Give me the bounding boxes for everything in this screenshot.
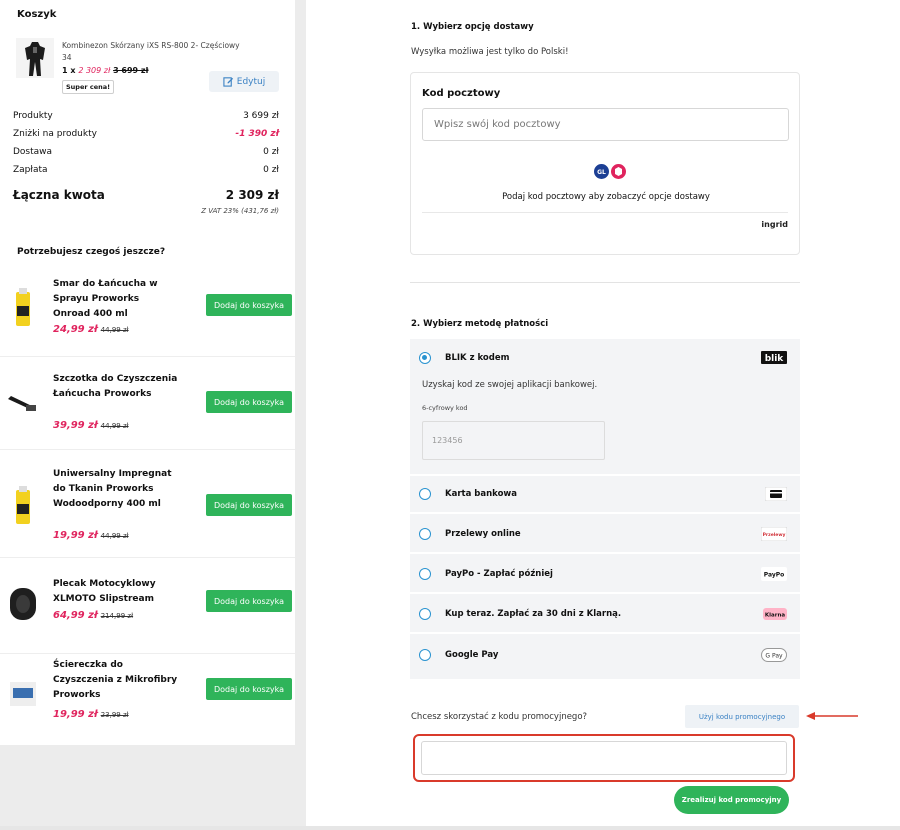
- upsell-item: Uniwersalny Impregnat do Tkanin Proworks…: [0, 449, 295, 557]
- summary-row: Zapłata 0 zł: [13, 165, 279, 175]
- promo-code-field-highlight: [413, 734, 795, 782]
- radio[interactable]: [419, 649, 431, 661]
- add-to-cart-button[interactable]: Dodaj do koszyka: [206, 391, 292, 413]
- edit-icon: [223, 77, 233, 87]
- upsell-item: Plecak Motocyklowy XLMOTO Slipstream 64,…: [0, 557, 295, 653]
- arrow-left-icon: [806, 712, 858, 720]
- radio[interactable]: [419, 488, 431, 500]
- radio-selected[interactable]: [419, 352, 431, 364]
- blik-logo-icon: blik: [761, 351, 787, 364]
- carrier-logos: GL: [594, 164, 626, 179]
- svg-text:Przelewy: Przelewy: [763, 532, 786, 538]
- divider: [422, 212, 788, 213]
- payment-step-title: 2. Wybierz metodę płatności: [411, 319, 549, 329]
- spray-can-image: [16, 486, 30, 524]
- add-to-cart-button[interactable]: Dodaj do koszyka: [206, 294, 292, 316]
- shipping-step-title: 1. Wybierz opcję dostawy: [411, 22, 534, 32]
- paypo-logo-icon: PayPo: [761, 567, 787, 581]
- summary-row: Zniżki na produkty -1 390 zł: [13, 129, 279, 139]
- cart-item-price: 1 x 2 309 zł 3 699 zł: [62, 66, 149, 75]
- postcode-input[interactable]: Wpisz swój kod pocztowy: [422, 108, 789, 141]
- blik-code-input[interactable]: 123456: [422, 421, 605, 460]
- svg-text:blik: blik: [765, 354, 785, 364]
- spray-can-image: [16, 288, 30, 326]
- super-price-badge: Super cena!: [62, 80, 115, 94]
- svg-text:GL: GL: [597, 169, 606, 176]
- radio[interactable]: [419, 568, 431, 580]
- przelewy24-logo-icon: Przelewy: [761, 527, 787, 541]
- promo-code-input[interactable]: [421, 741, 787, 775]
- microfiber-cloth-image: [10, 682, 36, 706]
- summary-row: Produkty 3 699 zł: [13, 111, 279, 121]
- current-price: 2 309 zł: [78, 66, 111, 75]
- add-to-cart-button[interactable]: Dodaj do koszyka: [206, 590, 292, 612]
- leather-suit-image: [16, 38, 54, 78]
- svg-text:Klarna: Klarna: [765, 613, 785, 619]
- cart-title: Koszyk: [17, 9, 57, 20]
- summary-row: Dostawa 0 zł: [13, 147, 279, 157]
- payment-option-online-transfer[interactable]: Przelewy online Przelewy: [410, 516, 800, 554]
- chain-brush-image: [8, 396, 36, 411]
- upsell-item-name[interactable]: Smar do Łańcucha w Sprayu Proworks Onroa…: [53, 277, 178, 322]
- vat-note: Z VAT 23% (431,76 zł): [201, 207, 279, 215]
- upsell-item-name[interactable]: Plecak Motocyklowy XLMOTO Slipstream: [53, 577, 178, 607]
- postcode-label: Kod pocztowy: [422, 88, 501, 99]
- checkout-main: 1. Wybierz opcję dostawy Wysyłka możliwa…: [306, 0, 900, 826]
- shipping-note: Wysyłka możliwa jest tylko do Polski!: [411, 47, 569, 57]
- payment-option-paypo[interactable]: PayPo - Zapłać później PayPo: [410, 556, 800, 594]
- upsell-item-name[interactable]: Ściereczka do Czyszczenia z Mikrofibry P…: [53, 658, 178, 703]
- upsell-item-name[interactable]: Uniwersalny Impregnat do Tkanin Proworks…: [53, 467, 178, 512]
- backpack-image: [10, 588, 36, 620]
- total-row: Łączna kwota 2 309 zł: [13, 188, 279, 202]
- edit-cart-button[interactable]: Edytuj: [209, 71, 279, 92]
- add-to-cart-button[interactable]: Dodaj do koszyka: [206, 494, 292, 516]
- parcel-logo-icon: [611, 164, 626, 179]
- svg-text:G Pay: G Pay: [765, 653, 783, 660]
- upsell-item-name[interactable]: Szczotka do Czyszczenia Łańcucha Prowork…: [53, 372, 178, 402]
- use-promo-code-button[interactable]: Użyj kodu promocyjnego: [685, 705, 799, 728]
- cart-sidebar: Koszyk Kombinezon Skórzany iXS RS-800 2-…: [0, 0, 295, 745]
- cart-item-name[interactable]: Kombinezon Skórzany iXS RS-800 2- Części…: [62, 40, 262, 64]
- payment-option-blik[interactable]: BLIK z kodem blik Uzyskaj kod ze swojej …: [410, 339, 800, 476]
- gls-logo-icon: GL: [594, 164, 609, 179]
- payment-option-klarna[interactable]: Kup teraz. Zapłać za 30 dni z Klarną. Kl…: [410, 596, 800, 634]
- credit-card-icon: [765, 487, 787, 501]
- upsell-item: Ściereczka do Czyszczenia z Mikrofibry P…: [0, 653, 295, 741]
- payment-option-google-pay[interactable]: Google Pay G Pay: [410, 636, 800, 674]
- blik-code-label: 6-cyfrowy kod: [422, 404, 468, 412]
- redeem-promo-button[interactable]: Zrealizuj kod promocyjny: [674, 786, 789, 814]
- blik-description: Uzyskaj kod ze swojej aplikacji bankowej…: [422, 380, 598, 390]
- section-divider: [410, 282, 800, 283]
- add-to-cart-button[interactable]: Dodaj do koszyka: [206, 678, 292, 700]
- upsell-item: Smar do Łańcucha w Sprayu Proworks Onroa…: [0, 268, 295, 356]
- svg-text:PayPo: PayPo: [764, 572, 785, 579]
- klarna-logo-icon: Klarna: [763, 608, 787, 620]
- radio[interactable]: [419, 528, 431, 540]
- ingrid-logo: ingrid: [761, 220, 788, 229]
- postcode-info: Podaj kod pocztowy aby zobaczyć opcje do…: [502, 192, 710, 202]
- upsell-item: Szczotka do Czyszczenia Łańcucha Prowork…: [0, 356, 295, 449]
- payment-option-card[interactable]: Karta bankowa: [410, 476, 800, 514]
- payment-methods: BLIK z kodem blik Uzyskaj kod ze swojej …: [410, 339, 800, 679]
- postcode-card: Kod pocztowy Wpisz swój kod pocztowy GL …: [410, 72, 800, 255]
- google-pay-logo-icon: G Pay: [761, 648, 787, 662]
- promo-question: Chcesz skorzystać z kodu promocyjnego?: [411, 712, 588, 722]
- page-bottom-strip: [0, 826, 900, 830]
- old-price: 3 699 zł: [113, 66, 149, 75]
- upsell-title: Potrzebujesz czegoś jeszcze?: [17, 247, 166, 257]
- radio[interactable]: [419, 608, 431, 620]
